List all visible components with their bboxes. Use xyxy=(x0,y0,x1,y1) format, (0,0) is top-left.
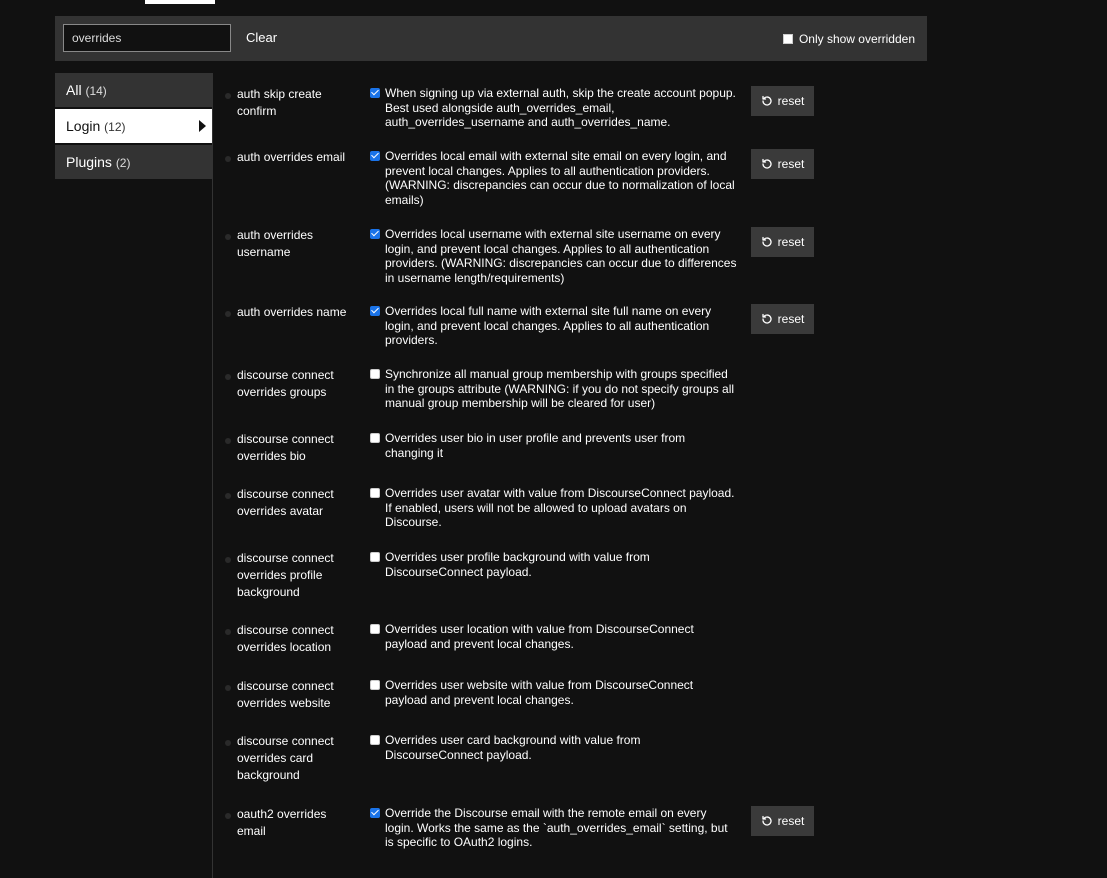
reset-label: reset xyxy=(777,94,805,108)
setting-overridden-indicator xyxy=(225,93,231,99)
setting-checkbox[interactable] xyxy=(370,151,380,161)
setting-overridden-indicator xyxy=(225,311,231,317)
category-sidebar: All (14) Login (12) Plugins (2) xyxy=(55,73,212,181)
setting-checkbox[interactable] xyxy=(370,735,380,745)
reset-button[interactable]: reset xyxy=(751,227,814,257)
setting-description: Overrides local email with external site… xyxy=(385,149,735,207)
setting-description: Overrides user location with value from … xyxy=(385,622,694,651)
setting-checkbox[interactable] xyxy=(370,552,380,562)
setting-name: auth skip create confirm xyxy=(237,87,322,118)
setting-name: auth overrides name xyxy=(237,305,347,319)
setting-overridden-indicator xyxy=(225,685,231,691)
setting-checkbox[interactable] xyxy=(370,369,380,379)
settings-filter-input[interactable] xyxy=(63,24,231,52)
undo-icon xyxy=(761,95,773,107)
setting-description: Overrides user website with value from D… xyxy=(385,678,694,707)
setting-description: Override the Discourse email with the re… xyxy=(385,806,728,849)
setting-overridden-indicator xyxy=(225,374,231,380)
setting-description: Overrides user profile background with v… xyxy=(385,550,650,579)
sidebar-item-count: (12) xyxy=(104,120,126,134)
setting-name: discourse connect overrides bio xyxy=(237,432,334,463)
setting-name: discourse connect overrides profile back… xyxy=(237,551,334,599)
setting-overridden-indicator xyxy=(225,493,231,499)
sidebar-item-label: All xyxy=(66,82,82,98)
reset-button[interactable]: reset xyxy=(751,149,814,179)
sidebar-divider xyxy=(212,73,213,878)
sidebar-item-label: Plugins xyxy=(66,154,112,170)
active-tab-indicator xyxy=(145,0,215,4)
setting-checkbox[interactable] xyxy=(370,433,380,443)
sidebar-item-all[interactable]: All (14) xyxy=(55,73,212,107)
setting-description: Overrides user card background with valu… xyxy=(385,733,641,762)
setting-name: auth overrides username xyxy=(237,228,314,259)
setting-checkbox[interactable] xyxy=(370,488,380,498)
only-show-overridden-label: Only show overridden xyxy=(798,32,915,46)
reset-button[interactable]: reset xyxy=(751,86,814,116)
setting-overridden-indicator xyxy=(225,813,231,819)
setting-checkbox[interactable] xyxy=(370,229,380,239)
setting-checkbox[interactable] xyxy=(370,306,380,316)
undo-icon xyxy=(761,313,773,325)
setting-description: Overrides local username with external s… xyxy=(385,227,737,285)
setting-overridden-indicator xyxy=(225,156,231,162)
setting-name: discourse connect overrides avatar xyxy=(237,487,334,518)
reset-button[interactable]: reset xyxy=(751,304,814,334)
setting-name: auth overrides email xyxy=(237,150,346,164)
sidebar-item-plugins[interactable]: Plugins (2) xyxy=(55,145,212,179)
undo-icon xyxy=(761,158,773,170)
setting-checkbox[interactable] xyxy=(370,680,380,690)
sidebar-item-login[interactable]: Login (12) xyxy=(55,109,212,143)
reset-label: reset xyxy=(777,312,805,326)
sidebar-item-label: Login xyxy=(66,118,101,134)
active-arrow-icon xyxy=(199,120,206,132)
setting-name: discourse connect overrides card backgro… xyxy=(237,734,334,782)
reset-label: reset xyxy=(777,235,805,249)
setting-checkbox[interactable] xyxy=(370,88,380,98)
setting-name: discourse connect overrides groups xyxy=(237,368,334,399)
setting-description: Synchronize all manual group membership … xyxy=(385,367,735,410)
setting-name: oauth2 overrides email xyxy=(237,807,327,838)
reset-button[interactable]: reset xyxy=(751,806,814,836)
undo-icon xyxy=(761,815,773,827)
setting-overridden-indicator xyxy=(225,740,231,746)
setting-name: discourse connect overrides website xyxy=(237,679,334,710)
setting-checkbox[interactable] xyxy=(370,808,380,818)
setting-description: Overrides local full name with external … xyxy=(385,304,712,347)
setting-description: Overrides user bio in user profile and p… xyxy=(385,431,686,460)
setting-description: Overrides user avatar with value from Di… xyxy=(385,486,735,529)
filter-bar: Clear Only show overridden xyxy=(55,16,927,61)
sidebar-item-count: (2) xyxy=(115,156,131,170)
only-show-overridden-toggle[interactable]: Only show overridden xyxy=(782,32,915,46)
clear-filter-button[interactable]: Clear xyxy=(246,30,277,45)
setting-name: discourse connect overrides location xyxy=(237,623,334,654)
undo-icon xyxy=(761,236,773,248)
setting-overridden-indicator xyxy=(225,629,231,635)
sidebar-item-count: (14) xyxy=(85,84,107,98)
setting-overridden-indicator xyxy=(225,557,231,563)
setting-overridden-indicator xyxy=(225,438,231,444)
reset-label: reset xyxy=(777,814,805,828)
setting-description: When signing up via external auth, skip … xyxy=(385,86,736,129)
setting-checkbox[interactable] xyxy=(370,624,380,634)
setting-overridden-indicator xyxy=(225,234,231,240)
only-show-overridden-checkbox[interactable] xyxy=(782,34,793,44)
reset-label: reset xyxy=(777,157,805,171)
